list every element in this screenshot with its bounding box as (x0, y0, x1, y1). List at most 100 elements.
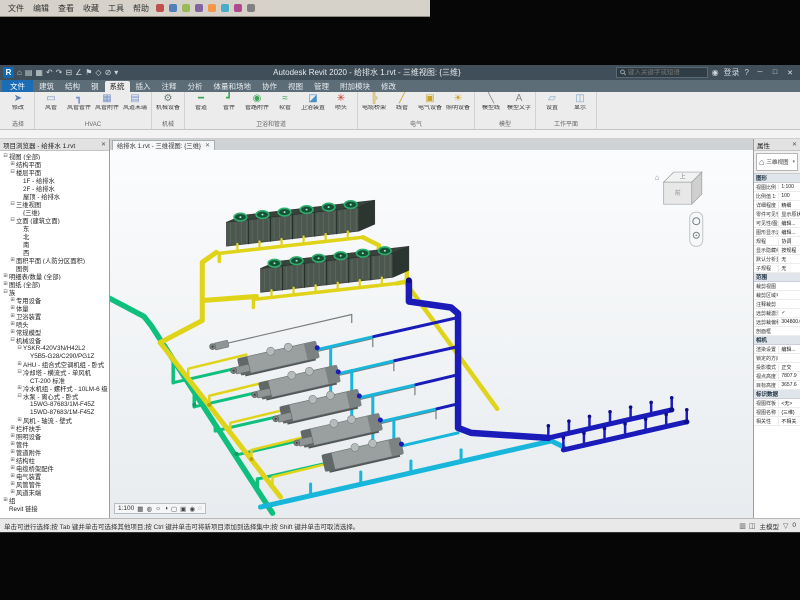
ribbon-tool-model-line[interactable]: ╲模型线 (478, 93, 504, 112)
property-value[interactable]: 304800.0 (778, 319, 800, 325)
crop-view-icon[interactable]: ▢ (171, 505, 177, 513)
top-toolbar-icon-6[interactable] (234, 4, 242, 12)
tree-expander-icon[interactable]: ⊞ (2, 497, 9, 503)
undo-icon[interactable]: ↶ (46, 68, 53, 77)
print-icon[interactable]: ⊟ (65, 68, 72, 77)
cooling-towers[interactable] (219, 200, 409, 307)
property-value[interactable]: 按规程 (778, 247, 800, 254)
tree-expander-icon[interactable]: ⊞ (9, 473, 16, 479)
browser-item-36[interactable]: ⊞管件 (0, 440, 109, 448)
tree-expander-icon[interactable]: ⊟ (2, 153, 9, 159)
type-selector[interactable]: ⌂ 三维视图 ▾ (756, 153, 798, 171)
top-menu-item-1[interactable]: 编辑 (31, 3, 51, 14)
tree-expander-icon[interactable]: ⊞ (16, 417, 23, 423)
tree-expander-icon[interactable]: ⊟ (16, 393, 23, 399)
property-row[interactable]: 注释裁剪 (754, 300, 800, 309)
property-section-3[interactable]: 标识数据 (754, 390, 800, 399)
ribbon-tab-2[interactable]: 钢 (86, 81, 104, 92)
property-row[interactable]: 视图名称{三维} (754, 408, 800, 417)
property-row[interactable]: 图形显示选项编辑... (754, 228, 800, 237)
tree-expander-icon[interactable]: ⊞ (2, 281, 9, 287)
tree-expander-icon[interactable]: ⊟ (16, 345, 23, 351)
tree-expander-icon[interactable]: ⊟ (9, 169, 16, 175)
ribbon-tool-pipe-accessory[interactable]: ◉管路附件 (244, 93, 270, 112)
close-button[interactable]: ✕ (783, 66, 797, 79)
ribbon-tool-mechanical-equipment[interactable]: ⚙机械设备 (155, 93, 181, 112)
ribbon-tool-air-terminal[interactable]: ▤风道末端 (122, 93, 148, 112)
property-row[interactable]: 远剪裁激活✓ (754, 309, 800, 318)
property-section-1[interactable]: 范围 (754, 273, 800, 282)
tree-expander-icon[interactable]: ⊞ (9, 321, 16, 327)
tree-expander-icon[interactable]: ⊞ (16, 385, 23, 391)
view-tab[interactable]: 给排水 1.rvt - 三维视图: {三维} ✕ (112, 140, 215, 150)
browser-item-17[interactable]: ⊟族 (0, 288, 109, 296)
tree-expander-icon[interactable]: ⊞ (9, 425, 16, 431)
browser-item-5[interactable]: 屋顶 - 给排水 (0, 192, 109, 200)
ribbon-tool-pipe-fitting[interactable]: ┛管件 (216, 93, 242, 112)
top-toolbar-icon-0[interactable] (156, 4, 164, 12)
property-value[interactable]: 3657.6 (778, 382, 800, 388)
ribbon-tool-electrical-equipment[interactable]: ▣电气设备 (417, 93, 443, 112)
ribbon-tab-6[interactable]: 分析 (183, 81, 208, 92)
property-row[interactable]: 相关性不相关 (754, 417, 800, 426)
ribbon-tool-show-workplane[interactable]: ◫显示 (567, 93, 593, 112)
ribbon-tab-1[interactable]: 结构 (60, 81, 85, 92)
browser-item-33[interactable]: ⊞风机 - 轴流 - 壁式 (0, 416, 109, 424)
ribbon-tab-12[interactable]: 修改 (376, 81, 401, 92)
property-row[interactable]: 视点高度7807.9 (754, 372, 800, 381)
visual-style-icon[interactable]: ◍ (146, 505, 152, 513)
tree-expander-icon[interactable]: ⊟ (9, 201, 16, 207)
temporary-hide-isolate-icon[interactable]: ◉ (189, 505, 195, 513)
ribbon-tool-modify[interactable]: ➤修改 (5, 93, 31, 112)
top-menu-item-0[interactable]: 文件 (6, 3, 26, 14)
file-tab[interactable]: 文件 (2, 80, 33, 92)
property-value[interactable]: 正交 (778, 364, 800, 371)
browser-item-25[interactable]: Y5B5-G28/C290/PG1Z (0, 352, 109, 360)
property-row[interactable]: 可见性/图形替换编辑... (754, 219, 800, 228)
cooling-tower-bank[interactable] (253, 246, 408, 307)
tree-expander-icon[interactable]: ⊞ (9, 489, 16, 495)
property-value[interactable]: 1:100 (778, 184, 800, 190)
property-value[interactable]: 编辑... (778, 229, 800, 236)
measure-icon[interactable]: ∠ (75, 68, 82, 77)
ribbon-tool-cable-tray[interactable]: ╠电缆桥架 (361, 93, 387, 112)
close-panel-icon[interactable]: ✕ (101, 141, 106, 148)
browser-item-29[interactable]: ⊞冷水机组 - 螺杆式 - 10LM-6 级 - 380-600 - 100-1… (0, 384, 109, 392)
design-options-icon[interactable]: ◫ (749, 522, 756, 530)
tree-expander-icon[interactable]: ⊞ (9, 305, 16, 311)
property-value[interactable]: 编辑... (778, 220, 800, 227)
property-value[interactable]: {三维} (778, 409, 800, 416)
browser-item-39[interactable]: ⊞电缆桥架配件 (0, 464, 109, 472)
browser-item-0[interactable]: ⊟视图 (全部) (0, 152, 109, 160)
property-row[interactable]: 视图样板<无> (754, 399, 800, 408)
3d-model[interactable]: 上前⌂ (110, 150, 753, 518)
tree-expander-icon[interactable]: ⊞ (9, 449, 16, 455)
top-menu-item-2[interactable]: 查看 (56, 3, 76, 14)
property-value[interactable]: 无 (778, 256, 800, 263)
browser-item-19[interactable]: ⊞体量 (0, 304, 109, 312)
top-toolbar-icon-2[interactable] (182, 4, 190, 12)
property-row[interactable]: 比例值 1:100 (754, 192, 800, 201)
property-row[interactable]: 剖面框 (754, 327, 800, 336)
property-row[interactable]: 子规程无 (754, 264, 800, 273)
redo-icon[interactable]: ↷ (56, 68, 63, 77)
property-value[interactable]: 精细 (778, 202, 800, 209)
browser-item-26[interactable]: ⊞AHU - 组合式空调机组 - 卧式 (0, 360, 109, 368)
browser-item-7[interactable]: {三维} (0, 208, 109, 216)
pump[interactable] (209, 340, 229, 351)
default-3d-view-icon[interactable]: ◇ (95, 68, 101, 77)
browser-item-32[interactable]: 15WD-87683/1M-F45Z (0, 408, 109, 416)
tree-expander-icon[interactable]: ⊟ (2, 289, 9, 295)
tree-expander-icon[interactable]: ⊟ (16, 369, 23, 375)
property-value[interactable]: 编辑... (778, 346, 800, 353)
browser-item-27[interactable]: ⊟冷却塔 - 横流式 - 单风机 (0, 368, 109, 376)
browser-item-2[interactable]: ⊟楼层平面 (0, 168, 109, 176)
tree-expander-icon[interactable]: ⊞ (9, 481, 16, 487)
help-icon[interactable]: ? (744, 68, 750, 77)
browser-item-3[interactable]: 1F - 给排水 (0, 176, 109, 184)
browser-item-15[interactable]: ⊞明细表/数量 (全部) (0, 272, 109, 280)
browser-item-34[interactable]: ⊞栏杆扶手 (0, 424, 109, 432)
ribbon-tool-sprinkler[interactable]: ✳喷头 (328, 93, 354, 112)
property-row[interactable]: 远剪裁偏移304800.0 (754, 318, 800, 327)
top-toolbar-icon-1[interactable] (169, 4, 177, 12)
